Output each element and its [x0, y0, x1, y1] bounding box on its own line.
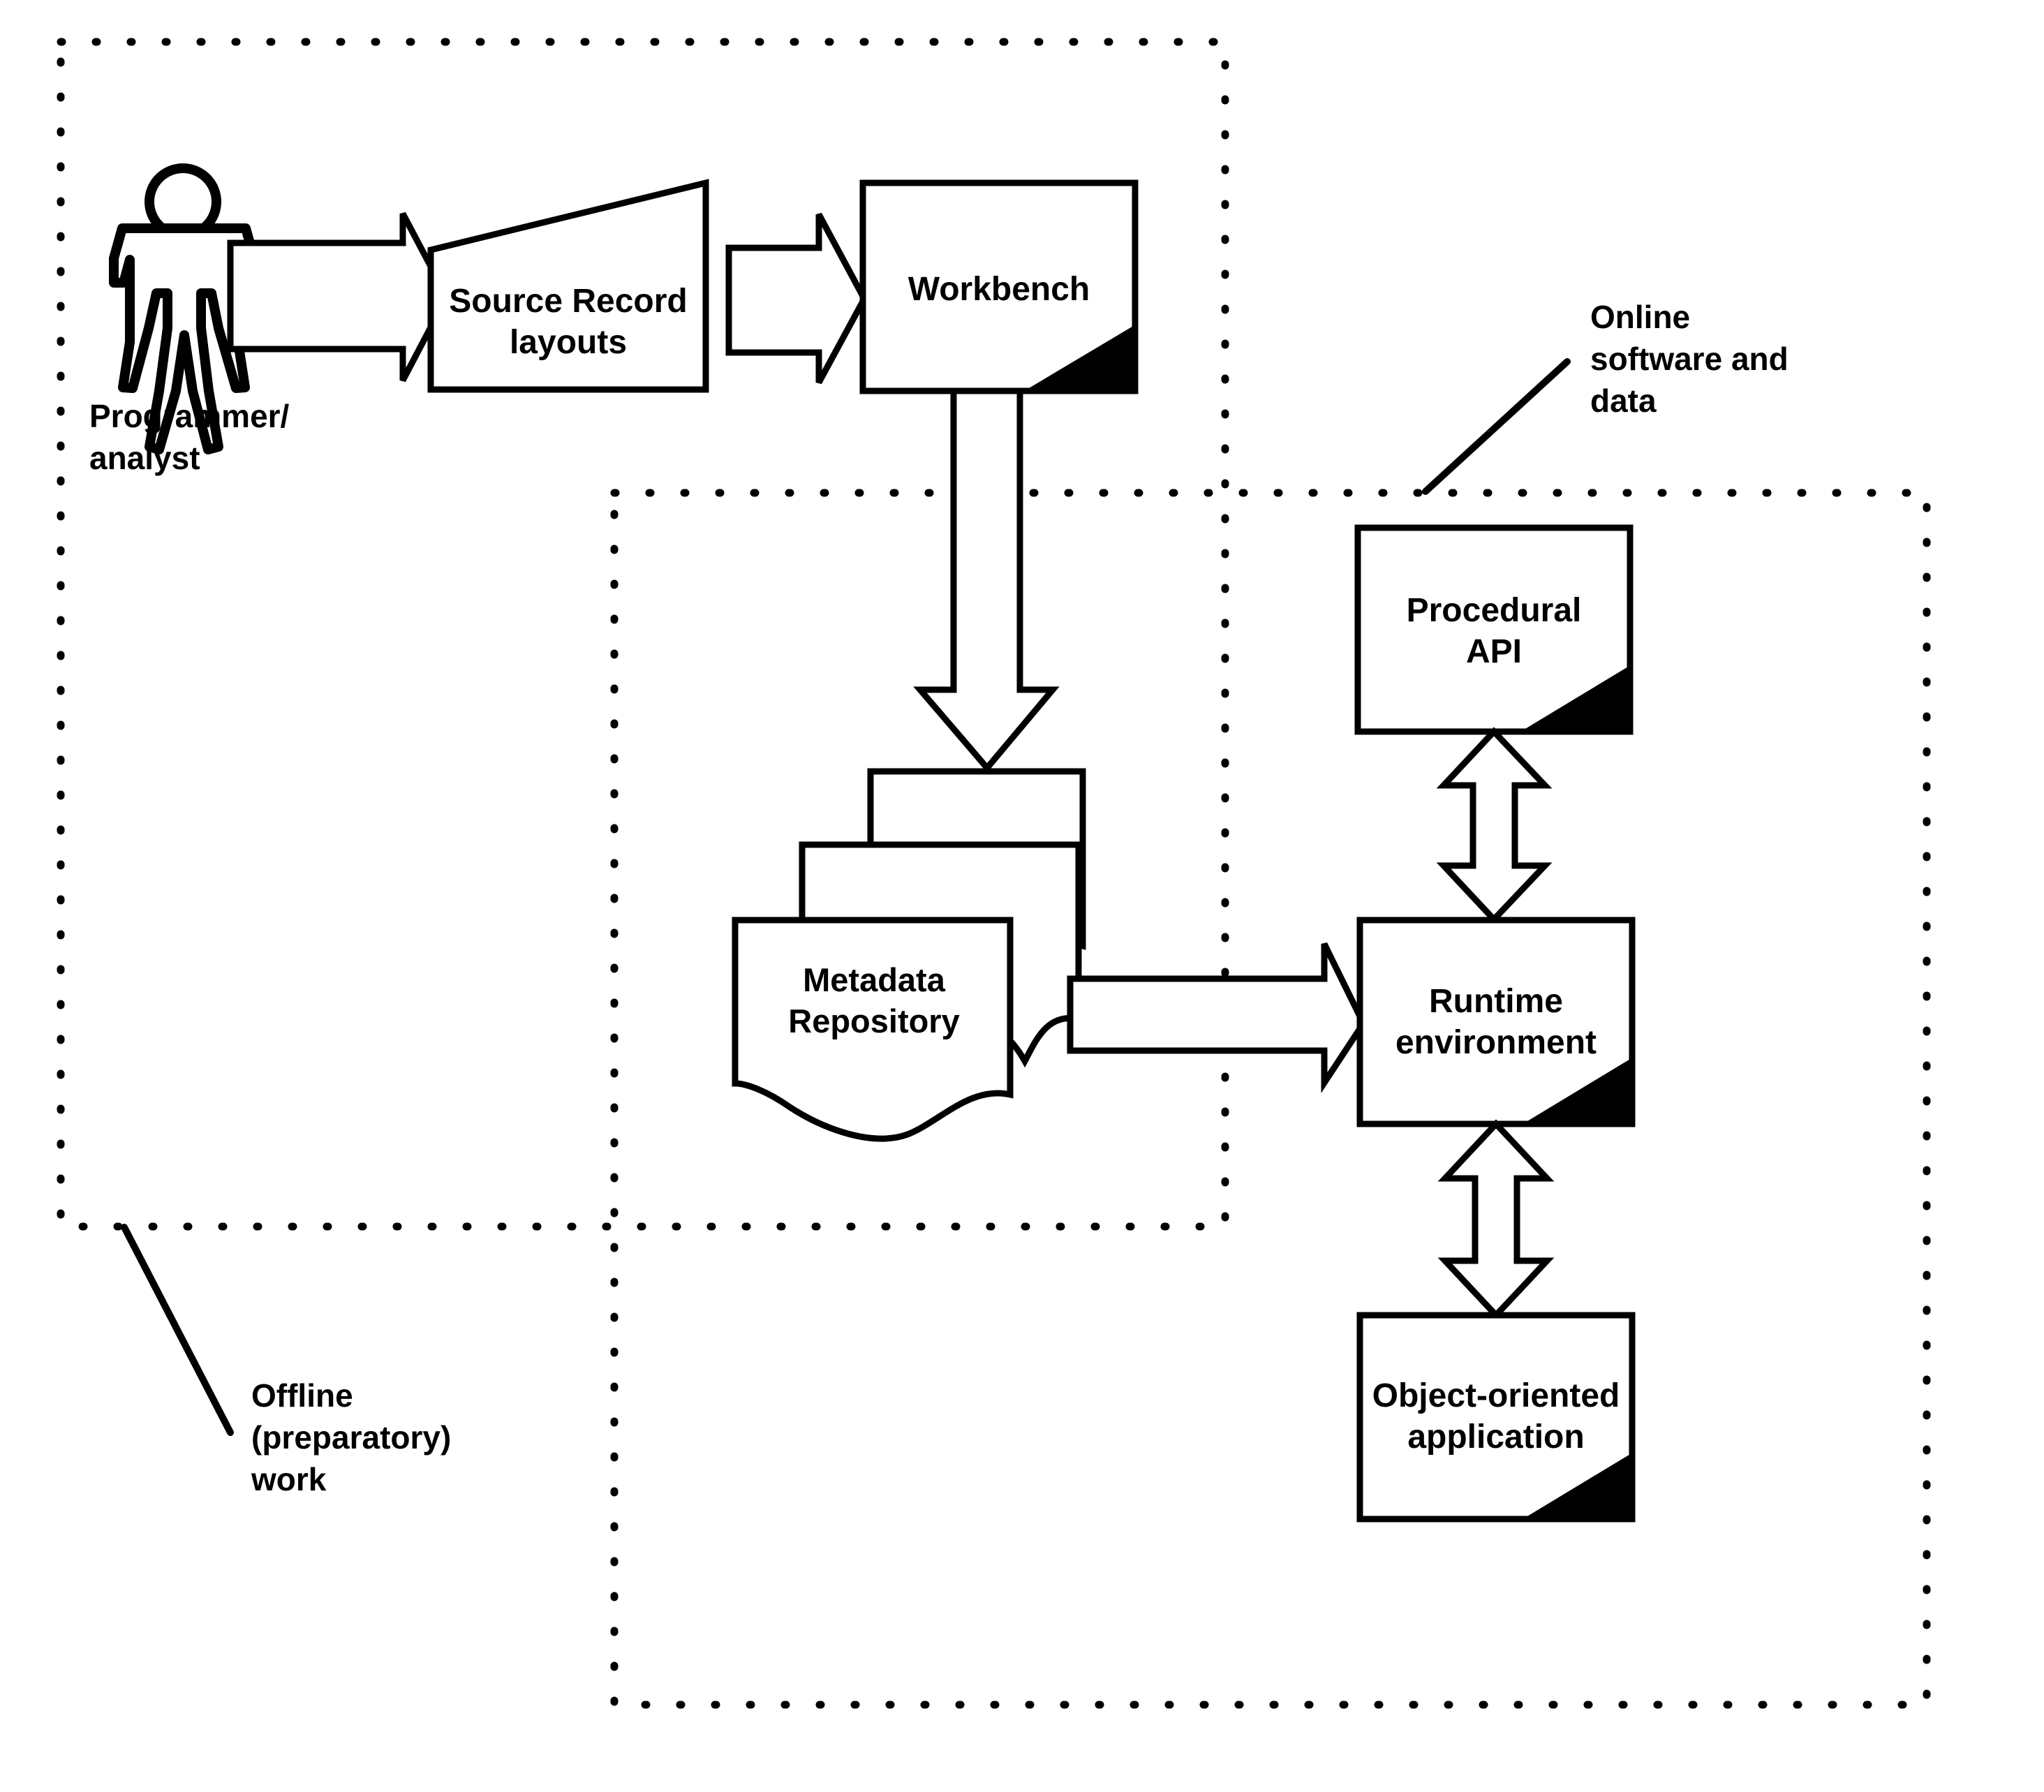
online-region-label-line-1: Online [1590, 299, 1690, 335]
offline-region-label-line-3: work [251, 1461, 327, 1497]
runtime-environment-label-line-2: environment [1395, 1024, 1597, 1061]
arrow-procedural-api-runtime-environment [1436, 727, 1553, 924]
arrow-runtime-environment-object-oriented-application [1437, 1119, 1555, 1320]
object-oriented-application-label-line-1: Object-oriented [1372, 1377, 1620, 1414]
object-oriented-application-shape [1356, 1312, 1636, 1523]
procedural-api-shape [1354, 524, 1634, 735]
procedural-api-label-line-1: Procedural [1407, 592, 1582, 629]
offline-region-leader-line [121, 1224, 234, 1436]
procedural-api-label-line-2: API [1466, 633, 1522, 670]
arrow-programmer-to-source-record-layouts [227, 212, 451, 383]
programmer-analyst-label-line-1: Programmer/ [89, 398, 290, 434]
workbench-label: Workbench [908, 271, 1090, 308]
online-region-leader-line [1422, 358, 1571, 495]
offline-region-label-line-1: Offline [251, 1377, 353, 1414]
arrow-workbench-to-metadata-repository [913, 387, 1060, 773]
online-region-label-line-2: software and [1590, 341, 1789, 377]
metadata-repository-label-line-2: Repository [788, 1002, 960, 1039]
programmer-analyst-label-line-2: analyst [89, 440, 200, 476]
arrow-source-record-layouts-to-workbench [725, 212, 868, 385]
metadata-repository-label-line-1: Metadata [803, 961, 946, 998]
offline-region-label-line-2: (preparatory) [251, 1419, 451, 1456]
runtime-environment-shape [1356, 917, 1636, 1127]
architecture-diagram: Programmer/ analyst Source Record layout… [57, 38, 1931, 1709]
source-record-layouts-label-line-1: Source Record [449, 283, 687, 320]
source-record-layouts-label-line-2: layouts [510, 324, 627, 361]
object-oriented-application-label-line-2: application [1407, 1419, 1584, 1456]
online-region-label-line-3: data [1590, 383, 1657, 419]
arrow-metadata-repository-to-runtime-environment [1067, 942, 1368, 1094]
diagram-canvas: Programmer/ analyst Source Record layout… [0, 0, 2044, 1792]
runtime-environment-label-line-1: Runtime [1429, 983, 1563, 1020]
